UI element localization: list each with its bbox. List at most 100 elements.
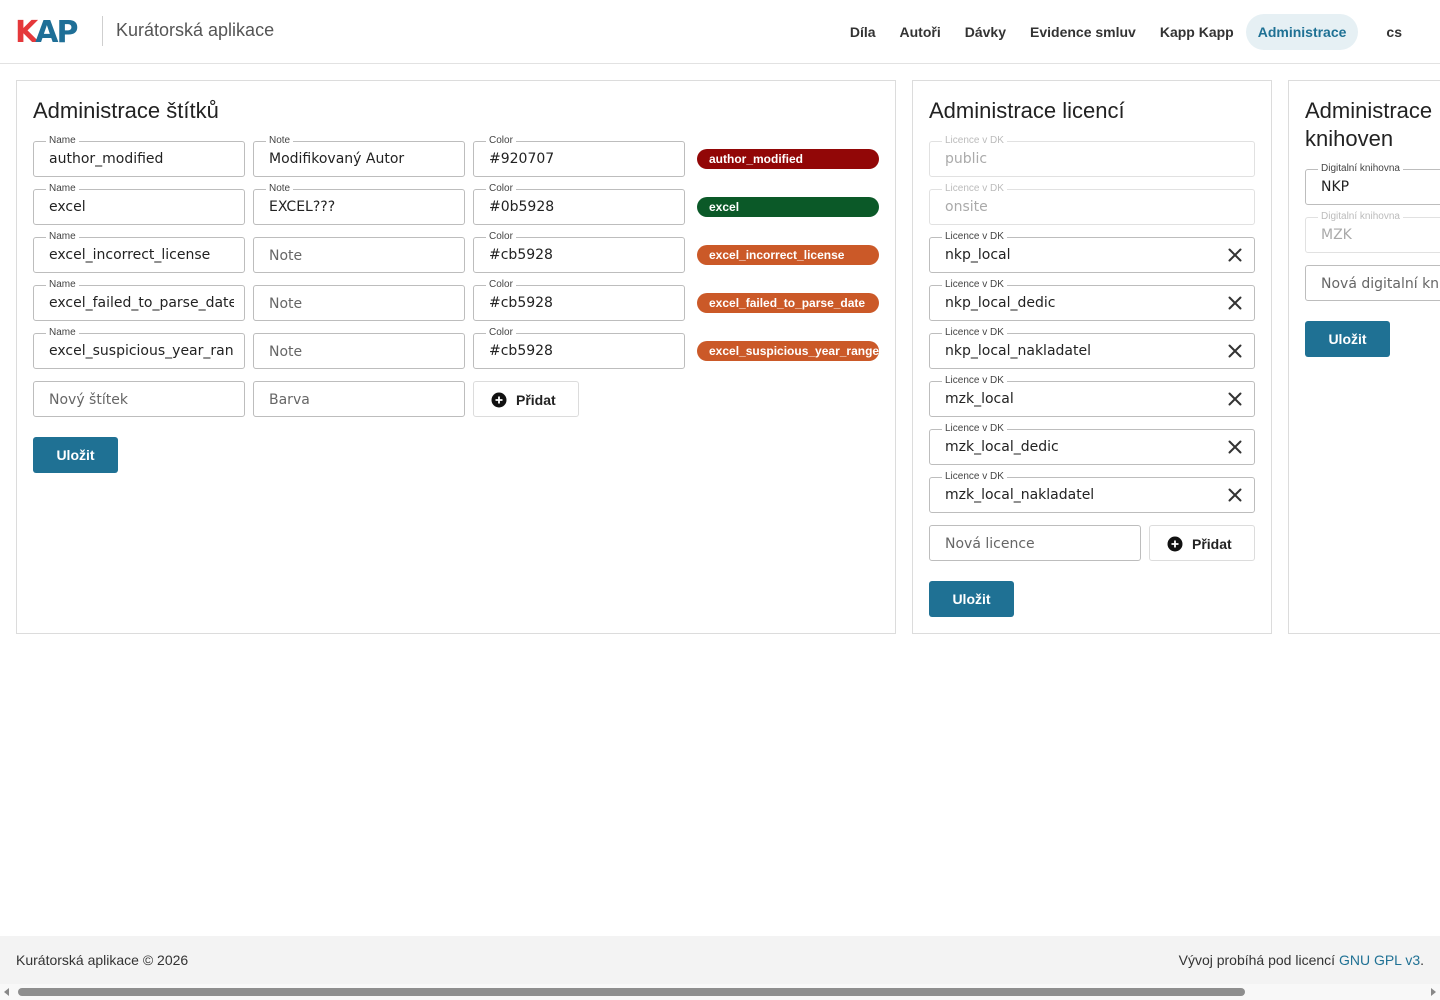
tag-color-field[interactable]: Color #cb5928 bbox=[473, 278, 685, 321]
tag-color-field[interactable]: Color #cb5928 bbox=[473, 326, 685, 369]
tags-panel-title: Administrace štítků bbox=[33, 98, 219, 123]
close-icon[interactable] bbox=[1226, 342, 1244, 360]
license-field[interactable]: Licence v DK mzk_local_dedic bbox=[929, 422, 1255, 465]
tag-name-field[interactable]: Name excel_failed_to_parse_date bbox=[33, 278, 245, 321]
plus-circle-icon bbox=[491, 392, 507, 408]
tag-note-placeholder: Note bbox=[269, 344, 303, 360]
tag-name-field[interactable]: Name excel bbox=[33, 182, 245, 225]
new-tag-placeholder: Nový štítek bbox=[49, 392, 128, 408]
close-icon[interactable] bbox=[1226, 390, 1244, 408]
library-field-value: NKP bbox=[1321, 179, 1350, 195]
license-field-value: nkp_local_nakladatel bbox=[945, 343, 1091, 359]
language-switch[interactable]: cs bbox=[1372, 14, 1416, 50]
license-field-value: mzk_local_nakladatel bbox=[945, 487, 1095, 503]
tag-name-label: Name bbox=[46, 278, 79, 292]
scroll-left-icon[interactable] bbox=[4, 988, 9, 996]
tag-color-field[interactable]: Color #cb5928 bbox=[473, 230, 685, 273]
close-icon[interactable] bbox=[1226, 438, 1244, 456]
tag-color-value: #cb5928 bbox=[489, 247, 553, 263]
tag-note-field[interactable]: Note Modifikovaný Autor bbox=[253, 134, 465, 177]
tag-color-value: #920707 bbox=[489, 151, 555, 167]
tag-note-value: Modifikovaný Autor bbox=[269, 151, 405, 167]
add-license-button[interactable]: Přidat bbox=[1149, 525, 1255, 561]
nav-administrace[interactable]: Administrace bbox=[1245, 14, 1359, 50]
footer-license-note: Vývoj probíhá pod licencí GNU GPL v3. bbox=[1179, 952, 1424, 968]
tag-preview-chip: excel bbox=[697, 197, 879, 217]
license-field[interactable]: Licence v DK nkp_local_nakladatel bbox=[929, 326, 1255, 369]
tag-note-label: Note bbox=[266, 182, 294, 196]
new-tag-color-placeholder: Barva bbox=[269, 392, 310, 408]
license-field[interactable]: Licence v DK mzk_local_nakladatel bbox=[929, 470, 1255, 513]
library-field-value: MZK bbox=[1321, 227, 1352, 243]
main-nav: Díla Autoři Dávky Evidence smluv Kapp Ka… bbox=[838, 14, 1416, 50]
tag-note-field[interactable]: Note EXCEL??? bbox=[253, 182, 465, 225]
new-license-input[interactable]: Nová licence bbox=[929, 525, 1141, 561]
nav-autori[interactable]: Autoři bbox=[888, 14, 953, 50]
tag-note-field[interactable]: Note bbox=[253, 237, 465, 273]
tag-name-value: excel_failed_to_parse_date bbox=[49, 295, 234, 311]
license-field[interactable]: Licence v DK mzk_local bbox=[929, 374, 1255, 417]
tag-color-field[interactable]: Color #920707 bbox=[473, 134, 685, 177]
tag-preview-chip: excel_incorrect_license bbox=[697, 245, 879, 265]
save-libraries-button[interactable]: Uložit bbox=[1305, 321, 1390, 357]
tag-note-value: EXCEL??? bbox=[269, 199, 336, 215]
tag-name-field[interactable]: Name excel_incorrect_license bbox=[33, 230, 245, 273]
new-license-placeholder: Nová licence bbox=[945, 536, 1035, 552]
save-tags-button[interactable]: Uložit bbox=[33, 437, 118, 473]
tag-color-label: Color bbox=[486, 278, 516, 292]
library-field-label: Digitalní knihovna bbox=[1318, 210, 1403, 224]
licenses-admin-panel: Administrace licencí Licence v DK public L… bbox=[912, 80, 1272, 634]
tag-name-value: excel_incorrect_license bbox=[49, 247, 211, 263]
horizontal-scrollbar[interactable] bbox=[0, 984, 1440, 1000]
nav-davky[interactable]: Dávky bbox=[953, 14, 1018, 50]
license-field-label: Licence v DK bbox=[942, 374, 1007, 388]
tag-note-label: Note bbox=[266, 134, 294, 148]
close-icon[interactable] bbox=[1226, 486, 1244, 504]
plus-circle-icon bbox=[1167, 536, 1183, 552]
nav-kapp-kapp[interactable]: Kapp Kapp bbox=[1148, 14, 1246, 50]
add-tag-button[interactable]: Přidat bbox=[473, 381, 579, 417]
gpl-license-link[interactable]: GNU GPL v3 bbox=[1339, 952, 1420, 968]
new-library-input[interactable]: Nová digitalní knihovna bbox=[1305, 265, 1440, 301]
tag-name-label: Name bbox=[46, 230, 79, 244]
tag-color-field[interactable]: Color #0b5928 bbox=[473, 182, 685, 225]
save-licenses-button[interactable]: Uložit bbox=[929, 581, 1014, 617]
add-license-label: Přidat bbox=[1192, 536, 1232, 552]
license-field-label: Licence v DK bbox=[942, 182, 1007, 196]
tag-color-label: Color bbox=[486, 182, 516, 196]
tag-note-field[interactable]: Note bbox=[253, 285, 465, 321]
tag-name-field[interactable]: Name excel_suspicious_year_range bbox=[33, 326, 245, 369]
tag-name-value: author_modified bbox=[49, 151, 164, 167]
logo-divider bbox=[102, 16, 103, 46]
footer-copyright: Kurátorská aplikace © 2026 bbox=[16, 952, 189, 968]
new-tag-input[interactable]: Nový štítek bbox=[33, 381, 245, 417]
licenses-panel-title: Administrace licencí bbox=[929, 98, 1125, 123]
footer-license-prefix: Vývoj probíhá pod licencí bbox=[1178, 952, 1339, 968]
app-name: Kurátorská aplikace bbox=[116, 20, 275, 40]
libraries-title-line2: knihoven bbox=[1305, 126, 1394, 151]
license-field-label: Licence v DK bbox=[942, 278, 1007, 292]
tag-color-value: #cb5928 bbox=[489, 295, 553, 311]
license-field-value: public bbox=[945, 151, 988, 167]
nav-evidence-smluv[interactable]: Evidence smluv bbox=[1018, 14, 1148, 50]
logo-ap: AP bbox=[35, 15, 78, 50]
library-field-label: Digitalní knihovna bbox=[1318, 162, 1403, 176]
nav-dila[interactable]: Díla bbox=[838, 14, 888, 50]
tag-note-field[interactable]: Note bbox=[253, 333, 465, 369]
tag-name-field[interactable]: Name author_modified bbox=[33, 134, 245, 177]
tag-name-label: Name bbox=[46, 326, 79, 340]
kap-logo[interactable]: K AP bbox=[15, 15, 78, 50]
license-field-value: onsite bbox=[945, 199, 988, 215]
scrollbar-thumb[interactable] bbox=[18, 988, 1245, 996]
license-field-value: nkp_local_dedic bbox=[945, 295, 1056, 311]
libraries-panel-title: Administrace knihoven bbox=[1305, 97, 1440, 153]
library-field-nkp[interactable]: Digitalní knihovna NKP bbox=[1305, 162, 1440, 205]
license-field[interactable]: Licence v DK nkp_local_dedic bbox=[929, 278, 1255, 321]
close-icon[interactable] bbox=[1226, 294, 1244, 312]
new-tag-color-input[interactable]: Barva bbox=[253, 381, 465, 417]
tag-preview-chip: excel_failed_to_parse_date bbox=[697, 293, 879, 313]
tag-color-label: Color bbox=[486, 326, 516, 340]
license-field[interactable]: Licence v DK nkp_local bbox=[929, 230, 1255, 273]
scroll-right-icon[interactable] bbox=[1431, 988, 1436, 996]
close-icon[interactable] bbox=[1226, 246, 1244, 264]
